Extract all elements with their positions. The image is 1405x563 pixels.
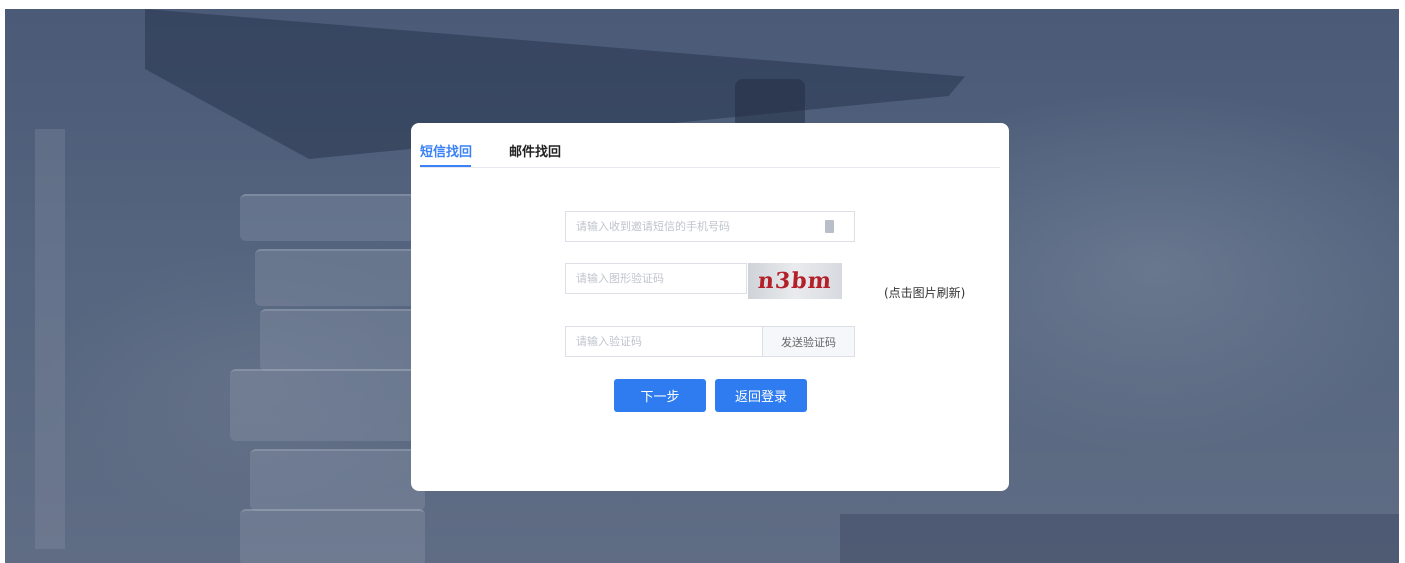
recovery-tabs: 短信找回 邮件找回 [420, 123, 1000, 168]
verification-code-input[interactable] [566, 327, 762, 356]
tab-email-recovery[interactable]: 邮件找回 [509, 141, 561, 160]
book-graphic [260, 309, 425, 371]
phone-input[interactable] [566, 212, 854, 241]
send-code-button[interactable]: 发送验证码 [762, 326, 855, 357]
back-to-login-button[interactable]: 返回登录 [715, 379, 807, 412]
book-graphic [250, 449, 425, 511]
verification-code-field [565, 326, 762, 357]
phone-field [565, 211, 855, 242]
background-decoration [840, 514, 1399, 563]
active-tab-indicator [420, 165, 471, 167]
captcha-image[interactable]: n3bm [748, 263, 842, 299]
contact-card-icon [825, 220, 834, 233]
next-step-button[interactable]: 下一步 [614, 379, 706, 412]
password-recovery-card: 短信找回 邮件找回 n3bm (点击图片刷新) 发送验证码 下一步 返回登录 [411, 123, 1009, 491]
tab-sms-recovery[interactable]: 短信找回 [420, 141, 472, 160]
captcha-refresh-hint: (点击图片刷新) [884, 286, 966, 300]
book-graphic [255, 249, 425, 306]
book-graphic [240, 194, 420, 241]
captcha-field [565, 263, 747, 294]
captcha-image-text: n3bm [757, 268, 833, 294]
captcha-input[interactable] [566, 264, 746, 293]
background-decoration [35, 129, 65, 549]
book-graphic [230, 369, 420, 441]
book-graphic [240, 509, 425, 563]
